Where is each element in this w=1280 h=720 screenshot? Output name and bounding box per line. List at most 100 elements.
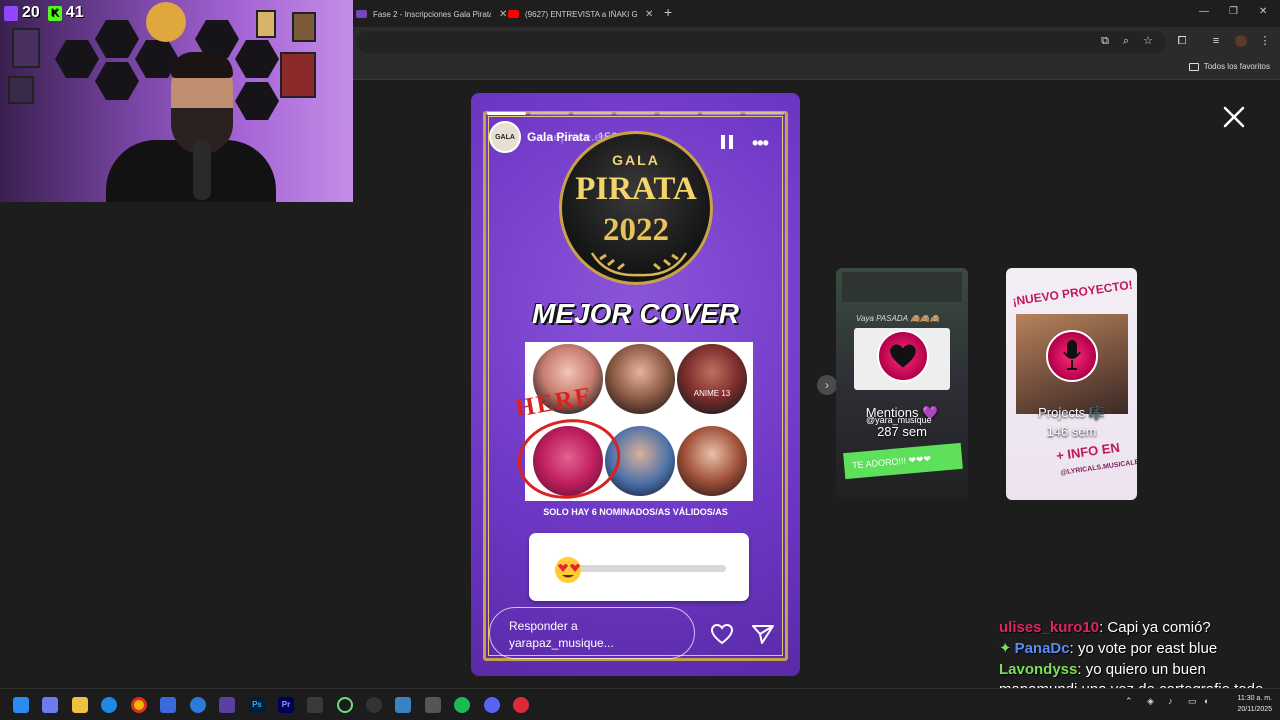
poster bbox=[280, 52, 316, 98]
poster bbox=[256, 10, 276, 38]
tab-label: Fase 2 - Inscripciones Gala Pirata bbox=[373, 9, 491, 19]
chat-message: ✦ PanaDc: yo vote por east blue bbox=[999, 639, 1277, 659]
nominee-6-avatar bbox=[677, 426, 747, 496]
file-explorer-icon[interactable] bbox=[72, 697, 88, 713]
hexagon-panel bbox=[55, 40, 99, 78]
notepad-icon[interactable] bbox=[395, 697, 411, 713]
system-clock[interactable]: 11:30 a. m. 20/11/2025 bbox=[1222, 693, 1272, 715]
photoshop-icon[interactable]: Ps bbox=[249, 697, 265, 713]
microphone-tray-icon[interactable]: ♪ bbox=[1168, 696, 1173, 706]
nominee-3-caption: ANIME 13 bbox=[693, 389, 731, 398]
close-tab-icon[interactable]: ✕ bbox=[645, 9, 653, 20]
obs-icon[interactable] bbox=[366, 697, 382, 713]
close-window-icon[interactable]: ✕ bbox=[1259, 6, 1267, 17]
premiere-icon[interactable]: Pr bbox=[278, 697, 294, 713]
progress-segment bbox=[487, 112, 526, 115]
hexagon-panel bbox=[95, 20, 139, 58]
kick-icon: K bbox=[47, 5, 62, 21]
poster bbox=[8, 76, 34, 104]
bookmark-star-icon[interactable]: ☆ bbox=[1142, 35, 1154, 47]
folder-icon bbox=[1188, 62, 1199, 71]
app-circle-icon[interactable] bbox=[337, 697, 353, 713]
twitch-icon bbox=[4, 5, 18, 21]
tab-entrevista[interactable]: (9627) ENTREVISTA a IÑAKI GO ✕ bbox=[508, 4, 653, 24]
tab-gala-pirata[interactable]: Fase 2 - Inscripciones Gala Pirata ✕ bbox=[356, 4, 507, 24]
chat-username[interactable]: ulises_kuro10 bbox=[999, 619, 1099, 636]
copilot-icon[interactable] bbox=[42, 697, 58, 713]
app-red-icon[interactable] bbox=[513, 697, 529, 713]
edge-icon[interactable] bbox=[101, 697, 117, 713]
emblem-year: 2022 bbox=[603, 212, 669, 248]
all-favorites-button[interactable]: Todos los favoritos bbox=[1188, 62, 1270, 71]
network-app-icon[interactable]: ◈ bbox=[1147, 696, 1154, 707]
story-card[interactable]: onepiece.espana GALA Gala Pirata 156 sem… bbox=[471, 93, 800, 676]
preview-footer-text: + INFO EN bbox=[1055, 439, 1121, 464]
emblem-pirata: PIRATA bbox=[575, 171, 697, 207]
send-icon[interactable] bbox=[751, 623, 775, 645]
gala-pirata-emblem: GALA PIRATA 2022 bbox=[559, 131, 713, 285]
preview-header-bar bbox=[842, 272, 962, 302]
install-app-icon[interactable]: ⧉ bbox=[1099, 35, 1111, 47]
emoji-slider-sticker[interactable] bbox=[529, 533, 749, 601]
new-tab-button[interactable]: + bbox=[664, 4, 672, 20]
story-preview-projects[interactable]: ¡NUEVO PROYECTO! Projects 🎼 146 sem + IN… bbox=[1006, 268, 1137, 500]
preview-header-text: ¡NUEVO PROYECTO! bbox=[1011, 277, 1134, 309]
poster bbox=[12, 28, 40, 68]
progress-segment bbox=[616, 112, 655, 115]
menu-dots-icon[interactable]: ⋮ bbox=[1259, 35, 1271, 47]
chat-text: : yo vote por east blue bbox=[1069, 640, 1218, 657]
preview-header-text: Vaya PASADA 🙈🙈🙈 bbox=[856, 314, 940, 323]
youtube-icon bbox=[508, 10, 519, 18]
emblem-gala: GALA bbox=[612, 152, 660, 168]
like-heart-icon[interactable] bbox=[710, 623, 734, 645]
media-controls-icon[interactable]: ≡ bbox=[1210, 35, 1222, 47]
wifi-icon[interactable]: ▭ bbox=[1188, 696, 1197, 707]
close-tab-icon[interactable]: ✕ bbox=[499, 9, 507, 20]
chat-username[interactable]: PanaDc bbox=[1015, 640, 1070, 657]
address-bar[interactable] bbox=[356, 31, 1166, 53]
chevron-up-icon[interactable]: ⌃ bbox=[1125, 696, 1133, 707]
app-icon[interactable] bbox=[425, 697, 441, 713]
viewer-counts: 20 K 41 bbox=[4, 4, 84, 22]
story-progress bbox=[487, 112, 784, 115]
story-avatar[interactable]: GALA bbox=[489, 121, 521, 153]
clock-date: 20/11/2025 bbox=[1237, 706, 1272, 713]
microphone bbox=[193, 140, 211, 200]
hexagon-panel bbox=[95, 62, 139, 100]
discord-icon[interactable] bbox=[484, 697, 500, 713]
maximize-icon[interactable]: ❐ bbox=[1229, 6, 1238, 17]
profile-avatar[interactable] bbox=[1235, 35, 1247, 47]
progress-segment bbox=[702, 112, 741, 115]
chat-text: : Capi ya comió? bbox=[1099, 619, 1211, 636]
close-icon[interactable] bbox=[1222, 105, 1246, 129]
extensions-icon[interactable]: ⧠ bbox=[1176, 35, 1188, 47]
pause-icon[interactable] bbox=[721, 135, 733, 149]
story-username[interactable]: Gala Pirata bbox=[527, 130, 590, 144]
chat-message: ulises_kuro10: Capi ya comió? bbox=[999, 618, 1277, 638]
chat-username[interactable]: Lavondyss bbox=[999, 661, 1077, 678]
store-icon[interactable] bbox=[307, 697, 323, 713]
slider-track[interactable] bbox=[559, 565, 726, 572]
category-title: MEJOR COVER bbox=[532, 298, 739, 329]
minimize-icon[interactable]: — bbox=[1199, 6, 1209, 17]
spotify-icon[interactable] bbox=[454, 697, 470, 713]
volume-icon[interactable]: ◖ bbox=[1203, 696, 1208, 706]
chrome-icon[interactable] bbox=[131, 697, 147, 713]
start-icon[interactable] bbox=[13, 697, 29, 713]
story-preview-mentions[interactable]: Vaya PASADA 🙈🙈🙈 Mentions 💜 @yara_musique… bbox=[836, 268, 968, 500]
webcam-overlay: 20 K 41 bbox=[0, 0, 353, 202]
reply-input[interactable]: Responder a yarapaz_musique... bbox=[489, 607, 695, 659]
zoom-icon[interactable]: ⌕ bbox=[1120, 35, 1132, 47]
app-icon[interactable] bbox=[190, 697, 206, 713]
streamdeck-icon[interactable] bbox=[219, 697, 235, 713]
kick-viewer-count: 41 bbox=[65, 4, 84, 21]
straw-hat bbox=[146, 2, 186, 42]
next-story-arrow[interactable]: › bbox=[817, 375, 837, 395]
obs-grid-icon[interactable] bbox=[160, 697, 176, 713]
favorites-label: Todos los favoritos bbox=[1203, 62, 1270, 71]
more-options-icon[interactable]: ••• bbox=[752, 133, 769, 154]
chat-badge-icon: ✦ bbox=[999, 640, 1012, 657]
screen: { "browser": { "tabs": [ {"label": "Fase… bbox=[0, 0, 1280, 720]
nominee-count-text: SOLO HAY 6 NOMINADOS/AS VÁLIDOS/AS bbox=[543, 507, 728, 517]
heart-eyes-emoji-icon[interactable] bbox=[553, 556, 583, 584]
